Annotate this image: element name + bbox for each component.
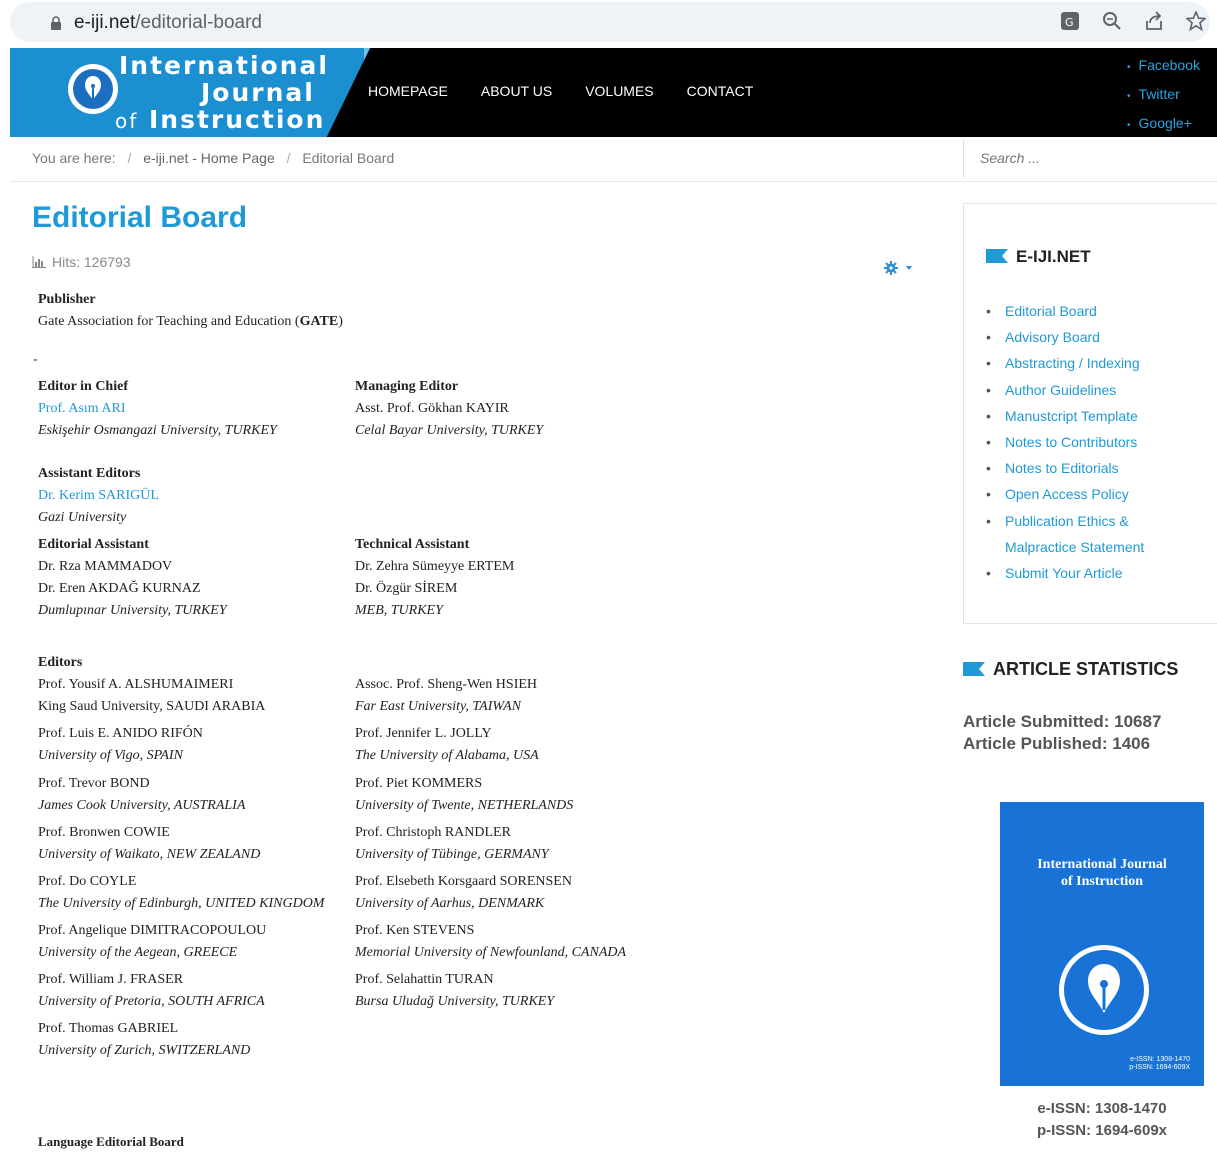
issn-info: e-ISSN: 1308-1470 p-ISSN: 1694-609x	[1036, 1100, 1168, 1139]
editor-entry: Prof. Trevor BOND James Cook University, …	[38, 776, 246, 813]
sidebar-menu: E-IJI.NET Editorial Board Advisory Board…	[963, 203, 1217, 624]
browser-toolbar: e-iji.net/editorial-board G	[0, 0, 1217, 44]
search-input[interactable]	[964, 140, 1216, 176]
social-links: Facebook Twitter Google+	[1127, 52, 1200, 137]
editor-entry: Prof. Bronwen COWIE University of Waikato…	[38, 825, 261, 862]
search-box	[963, 140, 1217, 178]
articles-submitted: Article Submitted: 10687	[963, 712, 1162, 731]
breadcrumb-prefix: You are here:	[32, 150, 116, 166]
social-google-plus[interactable]: Google+	[1127, 110, 1200, 137]
breadcrumb-current: Editorial Board	[302, 150, 395, 166]
breadcrumb: You are here: / e-iji.net - Home Page / …	[32, 150, 395, 166]
editor-entry: Prof. Yousif A. ALSHUMAIMERI King Saud Un…	[38, 677, 266, 714]
sidebar-item-open-access[interactable]: Open Access Policy	[986, 481, 1144, 507]
editor-entry: Assoc. Prof. Sheng-Wen HSIEH Far East Uni…	[355, 677, 538, 714]
managing-editor-block: Managing Editor Asst. Prof. Gökhan KAYIR…	[355, 379, 544, 438]
editor-entry: Prof. Angelique DIMITRACOPOULOU Universit…	[38, 923, 267, 960]
sidebar-item-submit-article[interactable]: Submit Your Article	[986, 560, 1144, 586]
translate-icon[interactable]: G	[1059, 10, 1081, 32]
main-nav: HOMEPAGE ABOUT US VOLUMES CONTACT	[368, 83, 753, 99]
publisher-block: Publisher Gate Association for Teaching …	[38, 292, 343, 329]
editor-entry: Prof. Luis E. ANIDO RIFÓN University of V…	[38, 726, 203, 763]
sidebar-item-editorial-board[interactable]: Editorial Board	[986, 298, 1144, 324]
social-facebook[interactable]: Facebook	[1127, 52, 1200, 81]
zoom-icon[interactable]	[1101, 10, 1123, 32]
editor-entry: Prof. Elsebeth Korsgaard SORENSEN Univers…	[355, 874, 572, 911]
stats-icon	[32, 255, 46, 271]
sidebar-item-notes-contributors[interactable]: Notes to Contributors	[986, 429, 1144, 455]
address-bar[interactable]: e-iji.net/editorial-board	[10, 2, 1210, 42]
editor-entry: Prof. William J. FRASER University of Pre…	[38, 972, 265, 1009]
editor-entry: Prof. Selahattin TURAN Bursa Uludağ Unive…	[355, 972, 555, 1009]
social-twitter[interactable]: Twitter	[1127, 81, 1200, 110]
editor-entry: Prof. Do COYLE The University of Edinburg…	[38, 874, 325, 911]
hits-counter: Hits: 126793	[32, 254, 131, 271]
editor-entry: Prof. Thomas GABRIEL University of Zurich…	[38, 1021, 251, 1058]
pen-logo-icon	[1059, 945, 1149, 1035]
sidebar-item-notes-editorials[interactable]: Notes to Editorials	[986, 455, 1144, 481]
pen-logo-icon	[68, 64, 118, 114]
assistant-editors-block: Assistant Editors Dr. Kerim SARIGÜL Gazi…	[38, 466, 159, 525]
star-icon[interactable]	[1185, 10, 1207, 32]
site-header: International Journal of Instruction HOM…	[10, 48, 1217, 137]
editorial-assistant-block: Editorial Assistant Dr. Rza MAMMADOV Dr.…	[38, 537, 227, 618]
sidebar-item-abstracting[interactable]: Abstracting / Indexing	[986, 350, 1144, 376]
breadcrumb-home[interactable]: e-iji.net - Home Page	[143, 150, 275, 166]
technical-assistant-block: Technical Assistant Dr. Zehra Sümeyye ER…	[355, 537, 515, 618]
sidebar-item-manuscript-template[interactable]: Manustcript Template	[986, 403, 1144, 429]
editor-in-chief-block: Editor in Chief Prof. Asım ARI Eskişehir…	[38, 379, 277, 438]
page-title: Editorial Board	[32, 201, 248, 234]
svg-text:G: G	[1065, 16, 1074, 29]
editor-entry: Prof. Jennifer L. JOLLY The University of…	[355, 726, 539, 763]
nav-about-us[interactable]: ABOUT US	[481, 83, 552, 99]
gear-icon[interactable]	[884, 261, 916, 280]
nav-homepage[interactable]: HOMEPAGE	[368, 83, 448, 99]
editor-entry: Prof. Piet KOMMERS University of Twente, …	[355, 776, 574, 813]
sidebar-item-publication-ethics[interactable]: Publication Ethics &Malpractice Statemen…	[986, 508, 1144, 560]
sidebar-item-advisory-board[interactable]: Advisory Board	[986, 324, 1144, 350]
site-logo[interactable]: International Journal of Instruction	[10, 48, 370, 137]
nav-contact[interactable]: CONTACT	[687, 83, 754, 99]
logo-wordmark: International Journal of Instruction	[115, 51, 329, 134]
eic-link[interactable]: Prof. Asım ARI	[38, 398, 277, 420]
journal-cover-image[interactable]: International Journal of Instruction e-IS…	[1000, 802, 1204, 1086]
editor-entry: Prof. Ken STEVENS Memorial University of …	[355, 923, 627, 960]
url-text[interactable]: e-iji.net/editorial-board	[74, 12, 262, 34]
flag-icon	[963, 660, 985, 676]
language-board-heading: Language Editorial Board	[38, 1134, 184, 1149]
sidebar-menu-title: E-IJI.NET	[986, 247, 1091, 267]
article-stats: Article Submitted: 10687 Article Publish…	[963, 711, 1161, 755]
divider	[10, 181, 1217, 182]
flag-icon	[986, 248, 1008, 263]
editor-entry: Prof. Christoph RANDLER University of Tüb…	[355, 825, 549, 862]
nav-volumes[interactable]: VOLUMES	[585, 83, 653, 99]
separator-dash: -	[33, 352, 38, 367]
sidebar-item-author-guidelines[interactable]: Author Guidelines	[986, 377, 1144, 403]
article-statistics-title: ARTICLE STATISTICS	[963, 659, 1178, 680]
editors-heading: Editors	[38, 655, 83, 670]
lock-icon[interactable]	[50, 16, 62, 30]
share-icon[interactable]	[1143, 10, 1165, 32]
assistant-editor-link[interactable]: Dr. Kerim SARIGÜL	[38, 485, 159, 507]
articles-published: Article Published: 1406	[963, 734, 1151, 753]
